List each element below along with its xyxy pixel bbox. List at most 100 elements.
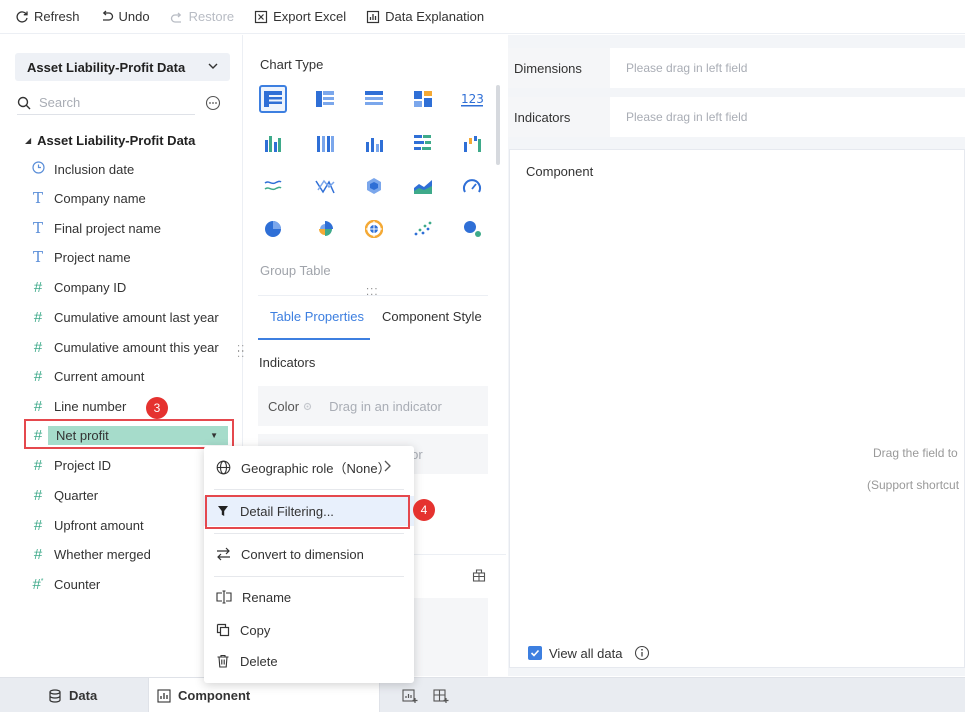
dimensions-placeholder: Please drag in left field	[626, 61, 748, 75]
menu-item-convert-to-dimension[interactable]: Convert to dimension	[204, 539, 414, 569]
undo-icon	[102, 10, 113, 21]
field-item-final-project-name[interactable]: T Final project name	[30, 217, 161, 239]
tab-component[interactable]: Component	[148, 678, 380, 712]
add-component-button[interactable]	[402, 678, 425, 712]
chart-type-radar[interactable]	[311, 172, 339, 200]
chart-type-polygon[interactable]	[360, 172, 388, 200]
chart-type-stacked-bar[interactable]	[311, 129, 339, 157]
chart-type-waterfall[interactable]	[458, 129, 486, 157]
chart-type-table[interactable]	[259, 85, 287, 113]
restore-button[interactable]: Restore	[170, 9, 235, 24]
restore-label: Restore	[188, 9, 235, 24]
menu-separator	[214, 576, 404, 577]
grouped-bar-icon	[265, 136, 281, 152]
chart-type-kpi[interactable]: 123	[458, 85, 486, 113]
gear-icon[interactable]	[302, 401, 313, 412]
canvas-area: Dimensions Please drag in left field Ind…	[508, 35, 965, 676]
chart-type-list[interactable]	[360, 85, 388, 113]
refresh-button[interactable]: Refresh	[15, 9, 80, 24]
chart-type-grouped-bar[interactable]	[259, 129, 287, 157]
menu-item-copy[interactable]: Copy	[204, 615, 414, 645]
component-canvas[interactable]: Component Drag the field to (Support sho…	[509, 149, 965, 668]
chart-type-horizontal-bar[interactable]	[409, 129, 437, 157]
field-item-whether-merged[interactable]: # Whether merged	[30, 543, 151, 565]
color-label: Color	[268, 398, 300, 414]
dashboard-grid-icon	[414, 91, 432, 107]
menu-label: Delete	[240, 653, 278, 669]
field-label: Project ID	[54, 457, 112, 473]
chart-type-crosstab[interactable]	[311, 85, 339, 113]
counter-icon: #*	[32, 575, 44, 593]
tab-table-properties[interactable]: Table Properties	[258, 296, 370, 340]
view-all-data-checkbox[interactable]: View all data	[528, 645, 650, 661]
color-drop-zone[interactable]: Color Drag in an indicator	[258, 386, 488, 426]
rose-chart-icon	[319, 221, 333, 236]
info-icon[interactable]	[634, 645, 650, 661]
dimensions-drop-row[interactable]: Dimensions Please drag in left field	[508, 48, 965, 88]
chevron-right-icon	[384, 460, 391, 472]
menu-item-delete[interactable]: Delete	[204, 646, 414, 676]
export-excel-button[interactable]: Export Excel	[254, 9, 346, 24]
tree-root[interactable]: ◢ Asset Liability-Profit Data	[25, 133, 195, 148]
field-item-project-name[interactable]: T Project name	[30, 246, 131, 268]
chart-type-area[interactable]	[409, 172, 437, 200]
field-item-inclusion-date[interactable]: Inclusion date	[30, 158, 134, 180]
gauge-icon	[463, 179, 481, 193]
scatter-icon	[414, 221, 432, 236]
number-icon: #	[33, 278, 43, 296]
number-icon: #	[33, 308, 43, 326]
add-dashboard-button[interactable]	[433, 678, 456, 712]
tab-data[interactable]: Data	[48, 678, 97, 712]
bottom-tab-bar: Data Component	[0, 677, 965, 712]
menu-item-geographic-role[interactable]: Geographic role（None）	[204, 452, 414, 482]
chart-type-rose[interactable]	[311, 215, 339, 243]
field-item-cumulative-this-year[interactable]: # Cumulative amount this year	[30, 336, 219, 358]
field-item-project-id[interactable]: # Project ID	[30, 454, 111, 476]
step-badge-3: 3	[146, 397, 168, 419]
tab-component-label: Component	[178, 688, 251, 703]
chart-type-bubble[interactable]	[458, 215, 486, 243]
horizontal-bar-icon	[414, 135, 431, 150]
trash-icon	[217, 654, 229, 668]
dataset-select[interactable]: Asset Liability-Profit Data	[15, 53, 230, 81]
chart-type-sunburst[interactable]	[360, 215, 388, 243]
more-options-button[interactable]	[205, 95, 221, 114]
menu-item-rename[interactable]: Rename	[204, 582, 414, 612]
field-item-current-amount[interactable]: # Current amount	[30, 365, 145, 387]
field-label: Project name	[54, 249, 131, 265]
svg-text:123: 123	[461, 92, 483, 106]
number-icon: #	[33, 456, 43, 474]
field-item-upfront-amount[interactable]: # Upfront amount	[30, 514, 144, 536]
field-item-company-id[interactable]: # Company ID	[30, 276, 126, 298]
search-input[interactable]: Search	[39, 95, 80, 110]
indicators-drop-row[interactable]: Indicators Please drag in left field	[508, 97, 965, 137]
field-search[interactable]: Search	[17, 91, 195, 115]
field-item-quarter[interactable]: # Quarter	[30, 484, 98, 506]
field-item-counter[interactable]: #* Counter	[30, 573, 100, 595]
chart-type-scatter[interactable]	[409, 215, 437, 243]
data-explanation-button[interactable]: Data Explanation	[366, 9, 484, 24]
chart-type-gauge[interactable]	[458, 172, 486, 200]
text-icon: T	[32, 219, 43, 237]
database-icon	[49, 688, 61, 703]
undo-button[interactable]: Undo	[100, 9, 150, 24]
chart-type-line[interactable]	[259, 172, 287, 200]
field-item-cumulative-last-year[interactable]: # Cumulative amount last year	[30, 306, 219, 328]
highlight-box-detail-filtering	[205, 495, 410, 529]
chart-type-dashboard[interactable]	[409, 85, 437, 113]
field-label: Company name	[54, 190, 146, 206]
excel-icon	[255, 10, 268, 23]
field-item-line-number[interactable]: # Line number	[30, 395, 126, 417]
tooltip-config-icon[interactable]	[472, 568, 486, 585]
checkbox-checked-icon[interactable]	[528, 646, 542, 660]
field-item-company-name[interactable]: T Company name	[30, 187, 146, 209]
field-label: Cumulative amount last year	[54, 309, 219, 325]
crosstab-icon	[316, 91, 334, 107]
number-kpi-icon: 123	[461, 92, 483, 107]
chart-type-scrollbar[interactable]	[496, 85, 500, 165]
chart-type-pie[interactable]	[259, 215, 287, 243]
collapse-triangle-icon[interactable]: ◢	[25, 136, 31, 145]
tab-component-style[interactable]: Component Style	[370, 296, 488, 340]
chart-type-bar[interactable]	[360, 129, 388, 157]
number-icon: #	[33, 516, 43, 534]
